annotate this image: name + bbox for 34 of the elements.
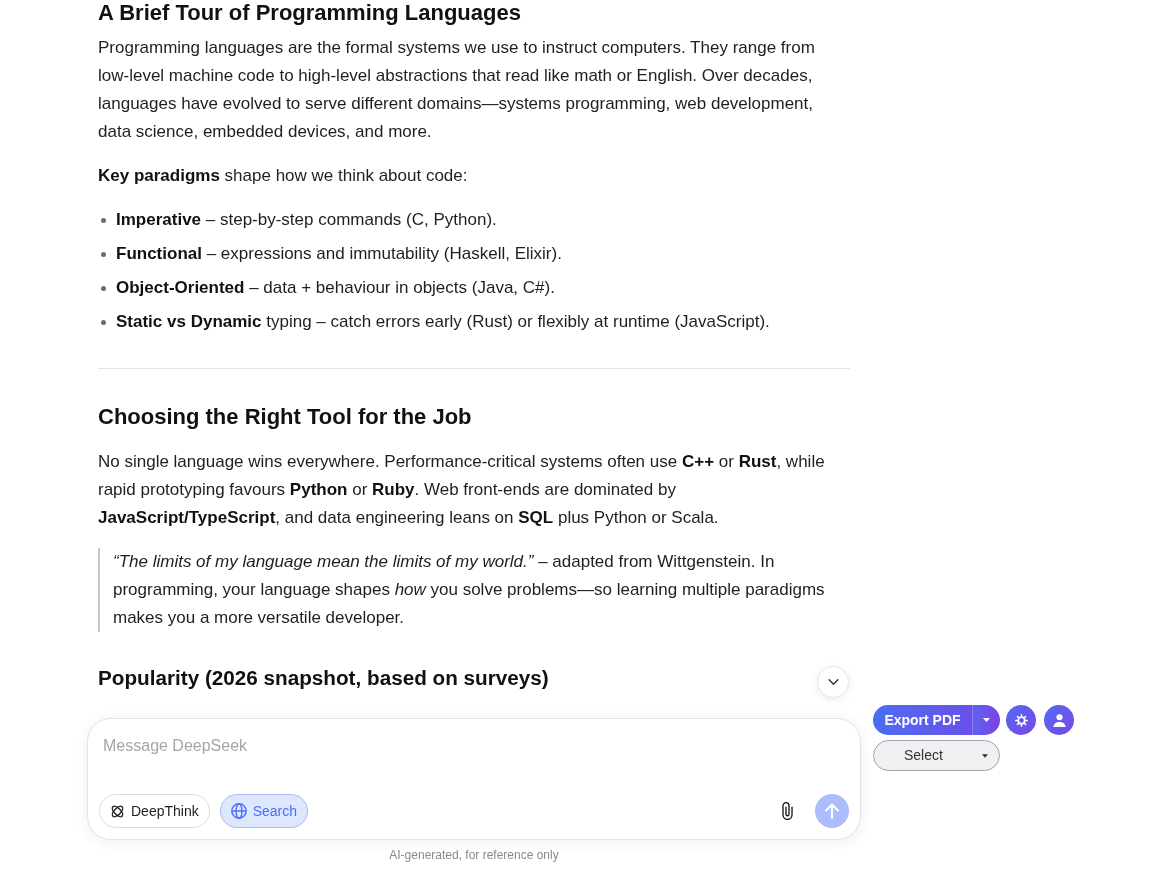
select-dropdown[interactable]: Select (873, 740, 1000, 771)
caret-down-icon (983, 718, 990, 722)
section-heading: Choosing the Right Tool for the Job (98, 403, 472, 431)
list-item-text: Object-Oriented – data + behaviour in objects (Java, C#). (116, 277, 555, 299)
bullet-icon (101, 252, 106, 257)
caret-down-icon (982, 753, 988, 758)
section-subheading: Popularity (2026 snapshot, based on surveys) (98, 665, 549, 691)
globe-icon (230, 803, 247, 819)
search-toggle[interactable]: Search (219, 794, 309, 828)
atom-icon (110, 803, 125, 819)
export-menu-button[interactable] (972, 705, 1000, 735)
settings-icon (1014, 713, 1028, 727)
arrow-up-icon (825, 803, 839, 819)
disclaimer-text: AI-generated, for reference only (389, 847, 559, 863)
message-input[interactable]: Message DeepSeek (103, 734, 843, 758)
paragraph-text: Programming languages are the formal systems we use to instruct computers. They range from low-level machine code to high-level abstractions that read like math or English. Over decades, languages have evolved to serve different domains—systems programming, web development, data science, embedded devices, and more. (98, 37, 816, 143)
export-pdf-button[interactable]: Export PDF (873, 705, 972, 735)
paragraph-text: Key paradigms shape how we think about code: (98, 165, 469, 187)
list-item-text: Static vs Dynamic typing – catch errors early (Rust) or flexibly at runtime (JavaScript). (116, 311, 770, 333)
bullet-icon (101, 320, 106, 325)
account-button[interactable] (1044, 705, 1074, 735)
settings-button[interactable] (1006, 705, 1036, 735)
list-item-text: Imperative – step-by-step commands (C, Python). (116, 209, 497, 231)
list-item-text: Functional – expressions and immutability (Haskell, Elixir). (116, 243, 562, 265)
paperclip-icon (782, 802, 793, 820)
bullet-icon (101, 286, 106, 291)
deepthink-toggle[interactable]: DeepThink (99, 794, 210, 828)
paragraph-text: No single language wins everywhere. Performance-critical systems often use C++ or Rust, while rapid prototyping favours Python or Ruby. Web front-ends are dominated by JavaScript/TypeScript, and data engineering leans on SQL plus Python or Scala. (98, 451, 826, 529)
bullet-icon (101, 218, 106, 223)
block-quote: “The limits of my language mean the limits of my world.” – adapted from Wittgenstein. In programming, your language shapes how you solve problems—so learning multiple paradigms makes you a more versatile developer. (98, 548, 850, 632)
article-title: A Brief Tour of Programming Languages (98, 0, 521, 25)
attach-button[interactable] (782, 802, 793, 820)
chevron-down-icon (827, 679, 839, 685)
person-icon (1052, 713, 1066, 727)
